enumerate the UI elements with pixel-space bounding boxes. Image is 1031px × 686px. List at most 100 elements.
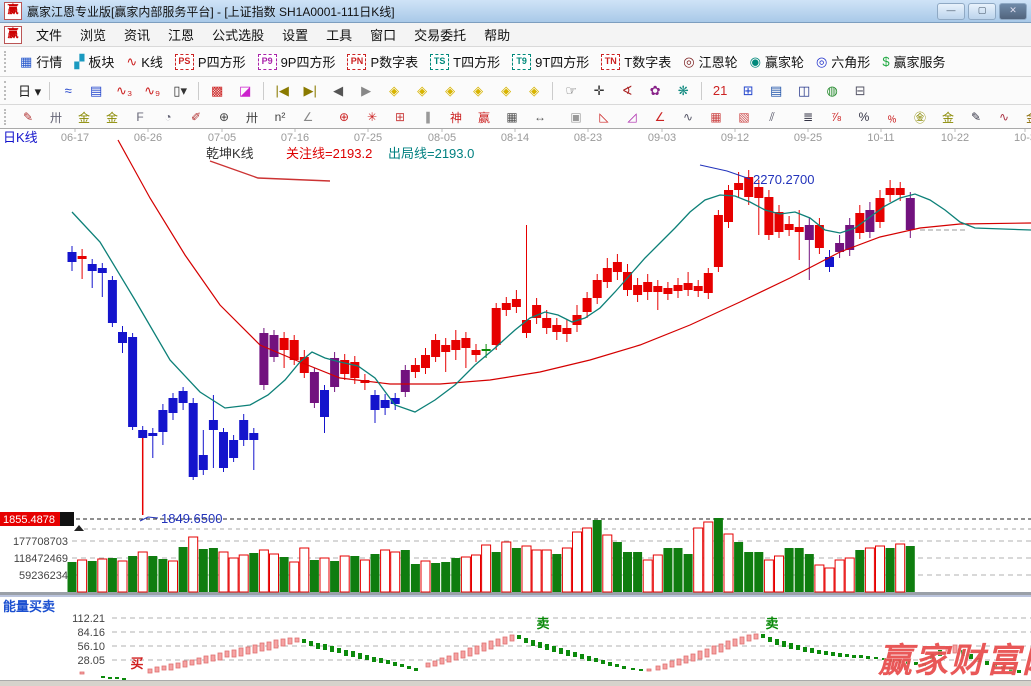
- percent-icon[interactable]: %: [851, 107, 877, 127]
- seven-eighths-icon[interactable]: ⅞: [823, 107, 849, 127]
- toolbar-grip[interactable]: [4, 109, 10, 126]
- toolbar-button-9T四方形[interactable]: T99T四方形: [506, 50, 595, 73]
- box-tool-icon[interactable]: ▣: [563, 107, 589, 127]
- menu-item-窗口[interactable]: 窗口: [361, 23, 405, 46]
- fan-up-icon[interactable]: ◿: [619, 107, 645, 127]
- percent-line-icon[interactable]: ﹪: [879, 107, 905, 127]
- bottom-scrollbar[interactable]: [0, 680, 1031, 686]
- cycle-tool-icon[interactable]: ✿: [642, 80, 668, 102]
- zigzag-icon[interactable]: ≈: [55, 80, 81, 102]
- gold-line-icon[interactable]: 金: [935, 107, 961, 127]
- web-icon[interactable]: ◍: [819, 80, 845, 102]
- wave-9-icon[interactable]: ∿₉: [139, 80, 165, 102]
- toolbar-button-K线[interactable]: ∿K线: [120, 50, 169, 73]
- gann-diamond-x-icon[interactable]: ◈: [465, 80, 491, 102]
- gold-ratio2-icon[interactable]: 金: [99, 107, 125, 127]
- angle-measure-icon[interactable]: ∢: [614, 80, 640, 102]
- angle-icon[interactable]: ∠: [295, 107, 321, 127]
- toolbar-button-P数字表[interactable]: PNP数字表: [341, 50, 424, 73]
- chart-area[interactable]: 06-1706-2607-0507-1607-2508-0508-1408-23…: [0, 128, 1031, 680]
- wave-3-icon[interactable]: ∿₃: [111, 80, 137, 102]
- toolbar-grip[interactable]: [4, 81, 10, 100]
- menu-item-帮助[interactable]: 帮助: [475, 23, 519, 46]
- print-icon[interactable]: ⊟: [847, 80, 873, 102]
- menu-item-江恩[interactable]: 江恩: [159, 23, 203, 46]
- toolbar-grip[interactable]: [4, 51, 10, 71]
- parallel-lines-icon[interactable]: ⫽: [759, 107, 785, 127]
- period-day-dropdown[interactable]: 日 ▾: [15, 80, 44, 102]
- menu-item-设置[interactable]: 设置: [273, 23, 317, 46]
- maximize-button[interactable]: ▢: [968, 3, 996, 20]
- toolbar-button-赢家服务[interactable]: $赢家服务: [876, 50, 951, 73]
- number-grid-icon[interactable]: ▦: [499, 107, 525, 127]
- spiral-icon[interactable]: ◔: [155, 107, 181, 127]
- gann-tick-grid-icon[interactable]: 卅: [43, 107, 69, 127]
- red-grid-icon[interactable]: ▦: [703, 107, 729, 127]
- info-list-icon[interactable]: ▤: [83, 80, 109, 102]
- menu-item-浏览[interactable]: 浏览: [71, 23, 115, 46]
- toolbar-button-行情[interactable]: ▦行情: [14, 50, 68, 73]
- gann-diamond-left-icon[interactable]: ◈: [381, 80, 407, 102]
- gold-circle-icon[interactable]: ㊎: [907, 107, 933, 127]
- prev-bar-icon[interactable]: ◀: [325, 80, 351, 102]
- toolbar-button-9P四方形[interactable]: P99P四方形: [252, 50, 342, 73]
- menu-item-资讯[interactable]: 资讯: [115, 23, 159, 46]
- toolbar-button-T四方形[interactable]: TST四方形: [424, 50, 506, 73]
- wave-avg-icon[interactable]: ∿: [991, 107, 1017, 127]
- star-burst-icon[interactable]: ✳: [359, 107, 385, 127]
- fib-grid-icon[interactable]: F: [127, 107, 153, 127]
- grid-box-icon[interactable]: ⊞: [387, 107, 413, 127]
- shen-tool-icon[interactable]: 神: [443, 107, 469, 127]
- calculator-icon[interactable]: ⊞: [735, 80, 761, 102]
- marker-pen-icon[interactable]: ✐: [183, 107, 209, 127]
- width-arrow-icon[interactable]: ↔: [527, 107, 553, 127]
- angle-line-icon[interactable]: ∠: [647, 107, 673, 127]
- wave-tool-icon[interactable]: ∿: [675, 107, 701, 127]
- target-cross-icon[interactable]: ⊕: [331, 107, 357, 127]
- n-square-icon[interactable]: n²: [267, 107, 293, 127]
- notepad-icon[interactable]: ▤: [763, 80, 789, 102]
- toolbar-button-T数字表[interactable]: TNT数字表: [595, 50, 677, 73]
- profile-chart-icon[interactable]: ◪: [232, 80, 258, 102]
- red-grid-arrow-icon[interactable]: ▧: [731, 107, 757, 127]
- candle-style-dropdown[interactable]: ▯▾: [167, 80, 193, 102]
- gold-line2-icon[interactable]: 金: [1019, 107, 1031, 127]
- minimize-button[interactable]: —: [937, 3, 965, 20]
- compass-circle-icon[interactable]: ⊕: [211, 107, 237, 127]
- first-bar-icon[interactable]: |◀: [269, 80, 295, 102]
- t-square-icon: TS: [430, 54, 449, 70]
- gann-diamond-h-icon[interactable]: ◈: [437, 80, 463, 102]
- draw-pen-icon[interactable]: ✎: [15, 107, 41, 127]
- gold-ratio-icon[interactable]: 金: [71, 107, 97, 127]
- win-tool-icon[interactable]: 赢: [471, 107, 497, 127]
- crosshair-icon[interactable]: ✛: [586, 80, 612, 102]
- menu-item-文件[interactable]: 文件: [27, 23, 71, 46]
- gann-brain-icon[interactable]: ❋: [670, 80, 696, 102]
- save-icon[interactable]: ◫: [791, 80, 817, 102]
- menu-item-工具[interactable]: 工具: [317, 23, 361, 46]
- calendar-icon[interactable]: 21: [707, 80, 733, 102]
- toolbar-button-六角形[interactable]: ◎六角形: [810, 50, 876, 73]
- title-bar[interactable]: 赢 赢家江恩专业版[赢家内部服务平台] - [上证指数 SH1A0001-111…: [0, 0, 1031, 23]
- next-bar-icon[interactable]: ▶: [353, 80, 379, 102]
- double-line-icon[interactable]: ∥: [415, 107, 441, 127]
- last-bar-icon[interactable]: ▶|: [297, 80, 323, 102]
- toolbar-main: ▦行情▞板块∿K线PSP四方形P99P四方形PNP数字表TST四方形T99T四方…: [0, 47, 1031, 77]
- menu-item-交易委托[interactable]: 交易委托: [405, 23, 475, 46]
- gann-diamond-cross-icon[interactable]: ◈: [521, 80, 547, 102]
- toolbar-button-江恩轮[interactable]: ◎江恩轮: [677, 50, 743, 73]
- toolbar-button-P四方形[interactable]: PSP四方形: [169, 50, 252, 73]
- menu-item-公式选股[interactable]: 公式选股: [203, 23, 273, 46]
- pan-hand-icon[interactable]: ☞: [558, 80, 584, 102]
- pattern-icon[interactable]: ▩: [204, 80, 230, 102]
- gann-diamond-star-icon[interactable]: ◈: [493, 80, 519, 102]
- toolbar-button-板块[interactable]: ▞板块: [68, 50, 120, 73]
- sketch-pen-icon[interactable]: ✎: [963, 107, 989, 127]
- tick-grid2-icon[interactable]: 卅: [239, 107, 265, 127]
- gann-diamond-right-icon[interactable]: ◈: [409, 80, 435, 102]
- toolbar-button-赢家轮[interactable]: ◉赢家轮: [744, 50, 810, 73]
- fan-down-icon[interactable]: ◺: [591, 107, 617, 127]
- scale-bars-icon[interactable]: ≣: [795, 107, 821, 127]
- kline-chart[interactable]: 06-1706-2607-0507-1607-2508-0508-1408-23…: [0, 128, 1031, 680]
- close-button[interactable]: ✕: [999, 3, 1027, 20]
